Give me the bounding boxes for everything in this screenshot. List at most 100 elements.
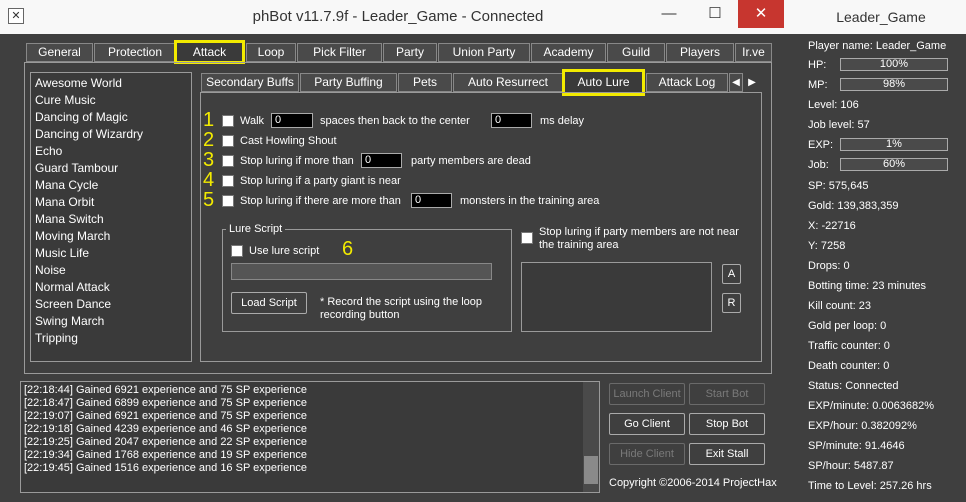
gold-per-loop: Gold per loop: 0 <box>808 320 887 332</box>
list-item[interactable]: Echo <box>35 143 191 160</box>
party-dead-input[interactable]: 0 <box>361 153 402 168</box>
drops: Drops: 0 <box>808 260 850 272</box>
player-name: Player name: Leader_Game <box>808 40 947 52</box>
walk-spaces-input[interactable]: 0 <box>271 113 313 128</box>
log-scrollbar-thumb[interactable] <box>584 456 598 484</box>
tab-attack[interactable]: Attack <box>174 40 245 64</box>
tab-loop[interactable]: Loop <box>246 43 296 62</box>
log-line: [22:18:47] Gained 6899 experience and 75… <box>24 397 307 409</box>
subtab-attack-log[interactable]: Attack Log <box>646 73 728 92</box>
minimize-button[interactable]: — <box>646 0 692 28</box>
list-item[interactable]: Guard Tambour <box>35 160 191 177</box>
list-item[interactable]: Moving March <box>35 228 191 245</box>
monsters-input[interactable]: 0 <box>411 193 452 208</box>
status-window-title: Leader_Game <box>796 0 966 34</box>
howling-shout-checkbox[interactable] <box>222 135 234 147</box>
tab-guild[interactable]: Guild <box>607 43 665 62</box>
close-button[interactable]: ✕ <box>738 0 784 28</box>
annotation-3: 3 <box>203 149 215 171</box>
log-line: [22:19:25] Gained 2047 experience and 22… <box>24 436 307 448</box>
copyright: Copyright ©2006-2014 ProjectHax <box>609 477 777 489</box>
log-line: [22:18:44] Gained 6921 experience and 75… <box>24 384 307 396</box>
go-client-button[interactable]: Go Client <box>609 413 685 435</box>
log-line: [22:19:18] Gained 4239 experience and 46… <box>24 423 307 435</box>
kill-count: Kill count: 23 <box>808 300 871 312</box>
subtab-secondary-buffs[interactable]: Secondary Buffs <box>201 73 299 92</box>
exp-per-minute: EXP/minute: 0.0063682% <box>808 400 934 412</box>
list-item[interactable]: Tripping <box>35 330 191 347</box>
giant-near-checkbox[interactable] <box>222 175 234 187</box>
monsters-suffix-label: monsters in the training area <box>460 195 600 207</box>
party-near-list[interactable] <box>521 262 712 332</box>
list-item[interactable]: Screen Dance <box>35 296 191 313</box>
log-line: [22:19:45] Gained 1516 experience and 16… <box>24 462 307 474</box>
gold: Gold: 139,383,359 <box>808 200 899 212</box>
party-near-label-1: Stop luring if party members are not nea… <box>539 226 739 238</box>
job-level: Job level: 57 <box>808 119 870 131</box>
list-item[interactable]: Swing March <box>35 313 191 330</box>
chevron-right-icon[interactable]: ▶ <box>745 73 759 92</box>
subtab-auto-resurrect[interactable]: Auto Resurrect <box>453 73 563 92</box>
party-near-checkbox[interactable] <box>521 232 533 244</box>
maximize-button[interactable]: ☐ <box>692 0 738 28</box>
skills-list[interactable]: Awesome World Cure Music Dancing of Magi… <box>30 72 192 362</box>
list-item[interactable]: Mana Orbit <box>35 194 191 211</box>
tab-academy[interactable]: Academy <box>531 43 606 62</box>
script-path-field[interactable] <box>231 263 492 280</box>
hide-client-button[interactable]: Hide Client <box>609 443 685 465</box>
experience-log[interactable]: [22:18:44] Gained 6921 experience and 75… <box>20 381 600 493</box>
load-script-button[interactable]: Load Script <box>231 292 307 314</box>
list-item[interactable]: Cure Music <box>35 92 191 109</box>
tab-pick-filter[interactable]: Pick Filter <box>297 43 382 62</box>
tab-party[interactable]: Party <box>383 43 437 62</box>
annotation-5: 5 <box>203 189 215 211</box>
list-item[interactable]: Dancing of Wizardry <box>35 126 191 143</box>
party-dead-checkbox[interactable] <box>222 155 234 167</box>
job-label: Job: <box>808 159 829 171</box>
list-item[interactable]: Normal Attack <box>35 279 191 296</box>
exp-bar: 1% <box>840 138 948 151</box>
time-to-level: Time to Level: 257.26 hrs <box>808 480 932 492</box>
list-item[interactable]: Noise <box>35 262 191 279</box>
log-line: [22:19:07] Gained 6921 experience and 75… <box>24 410 307 422</box>
hp-bar: 100% <box>840 58 948 71</box>
use-lure-script-checkbox[interactable] <box>231 245 243 257</box>
tab-overflow[interactable]: Ir.ve <box>735 43 772 62</box>
add-button[interactable]: A <box>722 264 741 284</box>
walk-suffix-label: spaces then back to the center <box>320 115 470 127</box>
list-item[interactable]: Awesome World <box>35 75 191 92</box>
monsters-checkbox[interactable] <box>222 195 234 207</box>
tab-players[interactable]: Players <box>666 43 734 62</box>
list-item[interactable]: Mana Switch <box>35 211 191 228</box>
tab-general[interactable]: General <box>26 43 93 62</box>
botting-time: Botting time: 23 minutes <box>808 280 927 292</box>
use-lure-script-label: Use lure script <box>249 245 320 257</box>
exp-per-hour: EXP/hour: 0.382092% <box>808 420 917 432</box>
remove-button[interactable]: R <box>722 293 741 313</box>
subtab-party-buffing[interactable]: Party Buffing <box>300 73 397 92</box>
stop-bot-button[interactable]: Stop Bot <box>689 413 765 435</box>
delay-input[interactable]: 0 <box>491 113 532 128</box>
annotation-4: 4 <box>203 169 215 191</box>
list-item[interactable]: Music Life <box>35 245 191 262</box>
level: Level: 106 <box>808 99 859 111</box>
x-coordinate: X: -22716 <box>808 220 856 232</box>
mp-label: MP: <box>808 79 828 91</box>
job-bar: 60% <box>840 158 948 171</box>
list-item[interactable]: Dancing of Magic <box>35 109 191 126</box>
start-bot-button[interactable]: Start Bot <box>689 383 765 405</box>
exit-stall-button[interactable]: Exit Stall <box>689 443 765 465</box>
launch-client-button[interactable]: Launch Client <box>609 383 685 405</box>
list-item[interactable]: Mana Cycle <box>35 177 191 194</box>
chevron-left-icon[interactable]: ◀ <box>729 73 743 92</box>
death-counter: Death counter: 0 <box>808 360 890 372</box>
script-note: * Record the script using the loop recor… <box>320 296 483 321</box>
exp-label: EXP: <box>808 139 834 151</box>
tab-union-party[interactable]: Union Party <box>438 43 530 62</box>
subtab-pets[interactable]: Pets <box>398 73 452 92</box>
tab-protection[interactable]: Protection <box>94 43 176 62</box>
monsters-label: Stop luring if there are more than <box>240 195 401 207</box>
annotation-1: 1 <box>203 109 215 131</box>
walk-checkbox[interactable] <box>222 115 234 127</box>
status: Status: Connected <box>808 380 899 392</box>
